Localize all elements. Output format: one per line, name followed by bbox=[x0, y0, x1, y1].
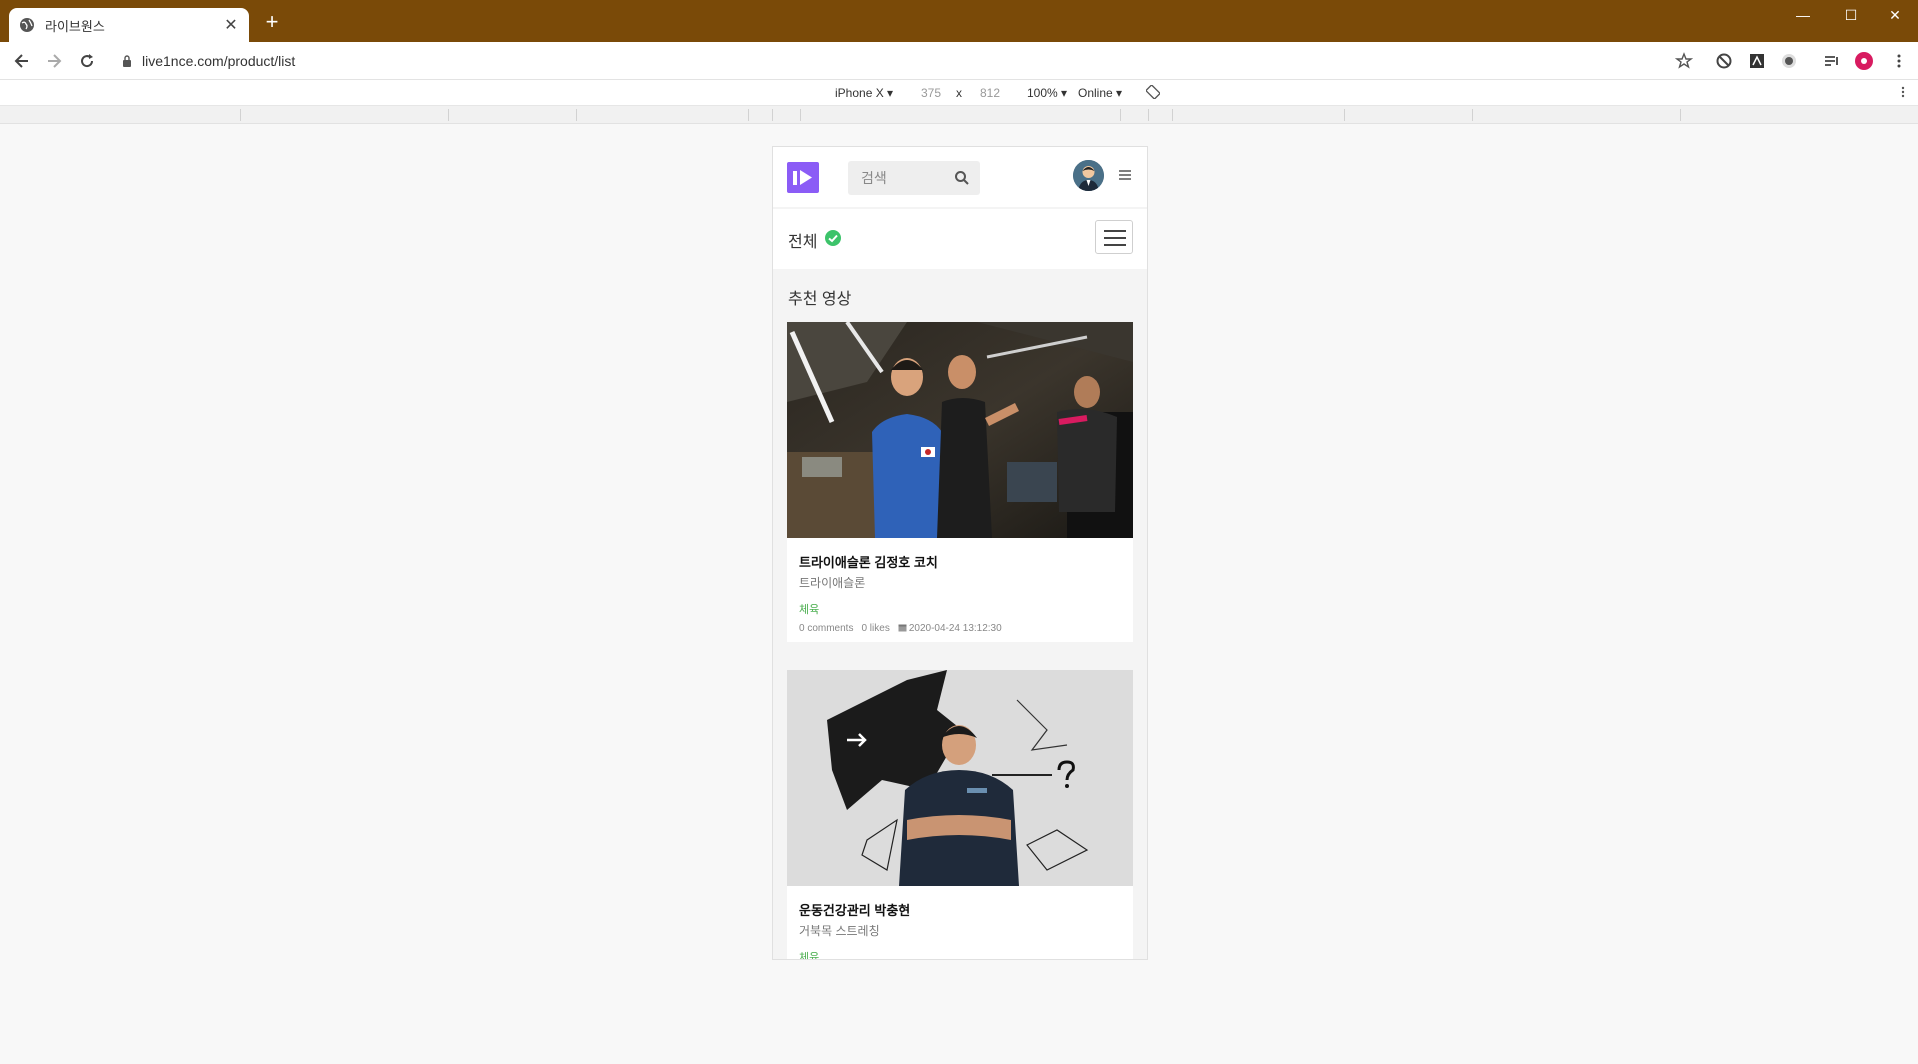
gym-photo-image bbox=[787, 322, 1133, 538]
back-icon[interactable] bbox=[12, 51, 32, 71]
category-menu-button[interactable] bbox=[1095, 220, 1133, 254]
ruler-mark bbox=[800, 109, 801, 121]
card-title[interactable]: 운동건강관리 박충현 bbox=[799, 900, 1121, 919]
minimize-button[interactable]: — bbox=[1780, 0, 1826, 30]
post-date: 2020-04-24 13:12:30 bbox=[908, 623, 1002, 634]
device-viewport: 전체 추천 영상 bbox=[772, 146, 1148, 960]
app-icon[interactable] bbox=[1748, 52, 1766, 70]
card-meta: 0 comments 0 likes 2020-04-24 13:12:30 bbox=[799, 623, 1121, 634]
lock-icon bbox=[123, 55, 131, 67]
card-title[interactable]: 트라이애슬론 김정호 코치 bbox=[799, 552, 1121, 571]
search-icon[interactable] bbox=[954, 170, 970, 186]
network-select[interactable]: Online ▾ bbox=[1078, 86, 1122, 100]
video-thumbnail[interactable] bbox=[787, 670, 1133, 886]
card-category-tag[interactable]: 체육 bbox=[799, 949, 1121, 959]
menu-line bbox=[1104, 230, 1126, 232]
rotate-icon[interactable] bbox=[1146, 85, 1160, 99]
card-category-tag[interactable]: 체육 bbox=[799, 601, 1121, 617]
tab-close-icon[interactable]: ✕ bbox=[223, 15, 239, 35]
height-field[interactable]: 812 bbox=[980, 86, 1000, 100]
ruler-mark bbox=[1680, 109, 1681, 121]
close-window-button[interactable]: ✕ bbox=[1872, 0, 1918, 30]
profile-icon[interactable] bbox=[1855, 52, 1873, 70]
url-text: live1nce.com/product/list bbox=[142, 53, 296, 69]
ruler-mark bbox=[772, 109, 773, 121]
kebab-icon[interactable] bbox=[1890, 52, 1908, 70]
section-title: 추천 영상 bbox=[788, 291, 852, 308]
category-bar: 전체 bbox=[773, 209, 1147, 269]
menu-line bbox=[1104, 237, 1126, 239]
url-bar[interactable]: live1nce.com/product/list bbox=[112, 47, 1682, 75]
device-toolbar: iPhone X ▾ 375 x 812 100% ▾ Online ▾ bbox=[0, 80, 1918, 106]
comments-count: 0 comments bbox=[799, 623, 854, 634]
category-label[interactable]: 전체 bbox=[788, 228, 817, 252]
video-card[interactable]: 트라이애슬론 김정호 코치 트라이애슬론 체육 0 comments 0 lik… bbox=[787, 322, 1133, 642]
new-tab-button[interactable]: + bbox=[262, 11, 282, 33]
playlist-icon[interactable] bbox=[1823, 52, 1841, 70]
browser-titlebar: 라이브원스 ✕ + — ☐ ✕ bbox=[0, 0, 1918, 42]
devtools-more-icon[interactable] bbox=[1896, 85, 1910, 99]
card-subtitle: 거북목 스트레칭 bbox=[799, 924, 880, 938]
ruler-mark bbox=[1172, 109, 1173, 121]
maximize-button[interactable]: ☐ bbox=[1828, 0, 1874, 30]
shield-icon[interactable] bbox=[1780, 52, 1798, 70]
tab-title: 라이브원스 bbox=[45, 18, 105, 34]
forward-icon[interactable] bbox=[44, 51, 64, 71]
menu-line bbox=[1104, 244, 1126, 246]
site-header bbox=[773, 147, 1147, 207]
ruler-mark bbox=[1148, 109, 1149, 121]
search-box[interactable] bbox=[848, 161, 980, 195]
device-select[interactable]: iPhone X ▾ bbox=[835, 86, 893, 100]
date-info: 2020-04-24 13:12:30 bbox=[898, 623, 1002, 634]
globe-icon bbox=[20, 18, 34, 32]
user-avatar-icon bbox=[1073, 160, 1104, 191]
hamburger-menu-icon[interactable] bbox=[1118, 169, 1132, 181]
width-field[interactable]: 375 bbox=[921, 86, 941, 100]
zoom-select[interactable]: 100% ▾ bbox=[1027, 86, 1067, 100]
ruler-mark bbox=[448, 109, 449, 121]
address-toolbar: live1nce.com/product/list bbox=[0, 42, 1918, 80]
card-subtitle: 트라이애슬론 bbox=[799, 576, 866, 590]
video-card[interactable]: 운동건강관리 박충현 거북목 스트레칭 체육 bbox=[787, 670, 1133, 959]
check-circle-icon bbox=[825, 230, 841, 246]
ruler-mark bbox=[1344, 109, 1345, 121]
reload-icon[interactable] bbox=[77, 51, 97, 71]
search-input[interactable] bbox=[848, 161, 948, 195]
ruler-mark bbox=[576, 109, 577, 121]
likes-count: 0 likes bbox=[861, 623, 890, 634]
ruler-mark bbox=[1120, 109, 1121, 121]
ruler-mark bbox=[748, 109, 749, 121]
site-logo[interactable] bbox=[787, 162, 819, 193]
ruler-mark bbox=[1472, 109, 1473, 121]
avatar[interactable] bbox=[1073, 160, 1104, 191]
star-icon[interactable] bbox=[1675, 52, 1693, 70]
calendar-icon bbox=[898, 624, 907, 632]
media-query-ruler bbox=[0, 106, 1918, 124]
ruler-mark bbox=[240, 109, 241, 121]
play-logo-icon bbox=[793, 170, 812, 185]
dimension-separator: x bbox=[956, 86, 962, 100]
browser-tab[interactable]: 라이브원스 ✕ bbox=[9, 8, 249, 42]
video-thumbnail[interactable] bbox=[787, 322, 1133, 538]
block-icon[interactable] bbox=[1715, 52, 1733, 70]
trainer-photo-image bbox=[787, 670, 1133, 886]
